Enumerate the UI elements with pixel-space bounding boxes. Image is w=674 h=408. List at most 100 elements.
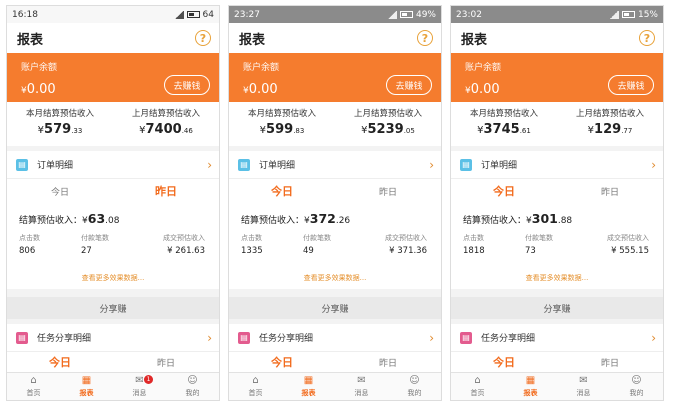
day-tabs: 今日 昨日 <box>229 179 441 203</box>
this-month-income: 本月结算预估收入 ¥3745.61 <box>469 109 538 137</box>
user-icon: ☺ <box>409 374 420 386</box>
task-icon: ▤ <box>238 331 250 344</box>
earn-button[interactable]: 去赚钱 <box>608 75 654 95</box>
tab-today[interactable]: 今日 <box>229 183 335 199</box>
user-icon: ☺ <box>631 374 642 386</box>
message-badge: 1 <box>144 375 153 384</box>
view-more-link[interactable]: 查看更多效果数据... <box>229 273 441 283</box>
nav-home[interactable]: ⌂ 首页 <box>229 373 282 400</box>
view-more-link[interactable]: 查看更多效果数据... <box>451 273 663 283</box>
nav-messages[interactable]: ✉ 消息 <box>557 373 610 400</box>
balance-card: 账户余额 ¥0.00 去赚钱 <box>7 53 219 102</box>
battery-level: 49% <box>415 9 436 20</box>
stat-payments: 付款笔数 27 <box>81 234 109 256</box>
home-icon: ⌂ <box>30 374 37 386</box>
stat-deal-income: 成交预估收入 ¥ 261.63 <box>163 234 205 256</box>
task-icon: ▤ <box>16 331 28 344</box>
report-icon: ▦ <box>525 374 536 386</box>
battery-level: 64 <box>202 9 214 20</box>
battery-icon <box>399 11 413 18</box>
mail-icon: ✉ <box>579 374 588 386</box>
view-more-link[interactable]: 查看更多效果数据... <box>7 273 219 283</box>
share-day-tabs: 今日 昨日 <box>7 352 219 372</box>
this-month-income: 本月结算预估收入 ¥599.83 <box>247 109 316 137</box>
task-share-detail-link[interactable]: ▤ 任务分享明细 › <box>7 324 219 352</box>
stat-deal-income: 成交预估收入 ¥ 371.36 <box>385 234 427 256</box>
report-icon: ▦ <box>303 374 314 386</box>
tab-today[interactable]: 今日 <box>7 185 113 198</box>
orders-detail-link[interactable]: ▤ 订单明细 › <box>229 151 441 179</box>
balance-card: 账户余额 ¥0.00 去赚钱 <box>451 53 663 102</box>
balance-label: 账户余额 <box>243 63 280 73</box>
nav-mine[interactable]: ☺ 我的 <box>166 373 219 400</box>
nav-messages[interactable]: ✉ 消息 <box>335 373 388 400</box>
tab-share-today[interactable]: 今日 <box>7 354 113 370</box>
report-icon: ▦ <box>81 374 92 386</box>
balance-label: 账户余额 <box>21 63 58 73</box>
bottom-nav: ⌂ 首页 ▦ 报表 ✉ 消息 ☺ 我的 <box>229 372 441 400</box>
balance-label: 账户余额 <box>465 63 502 73</box>
tab-share-yesterday[interactable]: 昨日 <box>335 356 441 369</box>
bottom-nav: ⌂ 首页 ▦ 报表 ✉ 消息 1 ☺ 我的 <box>7 372 219 400</box>
task-share-detail-link[interactable]: ▤ 任务分享明细 › <box>229 324 441 352</box>
stat-clicks: 点击数 1335 <box>241 234 263 256</box>
nav-report[interactable]: ▦ 报表 <box>282 373 335 400</box>
stats-row: 点击数 806 付款笔数 27 成交预估收入 ¥ 261.63 <box>19 233 209 256</box>
settled-income: 结算预估收入：¥63.08 <box>19 211 120 226</box>
orders-icon: ▤ <box>238 158 250 171</box>
title-bar: 报表 ? <box>229 23 441 53</box>
title-bar: 报表 ? <box>451 23 663 53</box>
nav-home[interactable]: ⌂ 首页 <box>7 373 60 400</box>
phone-screen: 16:18 64 报表 ? 账户余额 ¥0.00 去赚钱 本月结算预估收入 ¥5… <box>6 5 220 401</box>
battery-level: 15% <box>637 9 658 20</box>
help-icon[interactable]: ? <box>639 30 655 46</box>
tab-yesterday[interactable]: 昨日 <box>113 183 219 199</box>
chevron-right-icon: › <box>651 157 656 172</box>
balance-card: 账户余额 ¥0.00 去赚钱 <box>229 53 441 102</box>
tab-today[interactable]: 今日 <box>451 183 557 199</box>
share-earn-header: 分享赚 <box>7 297 219 319</box>
monthly-income: 本月结算预估收入 ¥3745.61 上月结算预估收入 ¥129.77 <box>451 102 663 146</box>
signal-icon <box>386 10 397 19</box>
nav-report[interactable]: ▦ 报表 <box>60 373 113 400</box>
nav-messages[interactable]: ✉ 消息 1 <box>113 373 166 400</box>
tab-yesterday[interactable]: 昨日 <box>335 185 441 198</box>
status-time: 23:02 <box>456 9 482 20</box>
earn-button[interactable]: 去赚钱 <box>164 75 210 95</box>
tab-share-yesterday[interactable]: 昨日 <box>113 356 219 369</box>
chevron-right-icon: › <box>429 157 434 172</box>
settled-income: 结算预估收入：¥372.26 <box>241 211 351 226</box>
help-icon[interactable]: ? <box>195 30 211 46</box>
earn-button[interactable]: 去赚钱 <box>386 75 432 95</box>
share-day-tabs: 今日 昨日 <box>229 352 441 372</box>
tab-yesterday[interactable]: 昨日 <box>557 185 663 198</box>
nav-mine[interactable]: ☺ 我的 <box>388 373 441 400</box>
task-icon: ▤ <box>460 331 472 344</box>
orders-icon: ▤ <box>460 158 472 171</box>
day-tabs: 今日 昨日 <box>451 179 663 203</box>
nav-mine[interactable]: ☺ 我的 <box>610 373 663 400</box>
tab-share-yesterday[interactable]: 昨日 <box>557 356 663 369</box>
daily-summary: 结算预估收入：¥372.26 点击数 1335 付款笔数 49 成交预估收入 ¥ 37… <box>229 203 441 289</box>
mail-icon: ✉ <box>357 374 366 386</box>
tab-share-today[interactable]: 今日 <box>229 354 335 370</box>
orders-detail-link[interactable]: ▤ 订单明细 › <box>451 151 663 179</box>
last-month-income: 上月结算预估收入 ¥5239.05 <box>353 109 422 137</box>
chevron-right-icon: › <box>429 330 434 345</box>
home-icon: ⌂ <box>252 374 259 386</box>
task-share-detail-link[interactable]: ▤ 任务分享明细 › <box>451 324 663 352</box>
share-earn-header: 分享赚 <box>451 297 663 319</box>
stat-clicks: 点击数 806 <box>19 234 40 256</box>
help-icon[interactable]: ? <box>417 30 433 46</box>
orders-detail-link[interactable]: ▤ 订单明细 › <box>7 151 219 179</box>
page-title: 报表 <box>461 32 488 48</box>
nav-report[interactable]: ▦ 报表 <box>504 373 557 400</box>
chevron-right-icon: › <box>207 157 212 172</box>
last-month-income: 上月结算预估收入 ¥129.77 <box>575 109 644 137</box>
nav-home[interactable]: ⌂ 首页 <box>451 373 504 400</box>
daily-summary: 结算预估收入：¥63.08 点击数 806 付款笔数 27 成交预估收入 ¥ 261.… <box>7 203 219 289</box>
share-earn-header: 分享赚 <box>229 297 441 319</box>
settled-income: 结算预估收入：¥301.88 <box>463 211 573 226</box>
tab-share-today[interactable]: 今日 <box>451 354 557 370</box>
page-title: 报表 <box>17 32 44 48</box>
